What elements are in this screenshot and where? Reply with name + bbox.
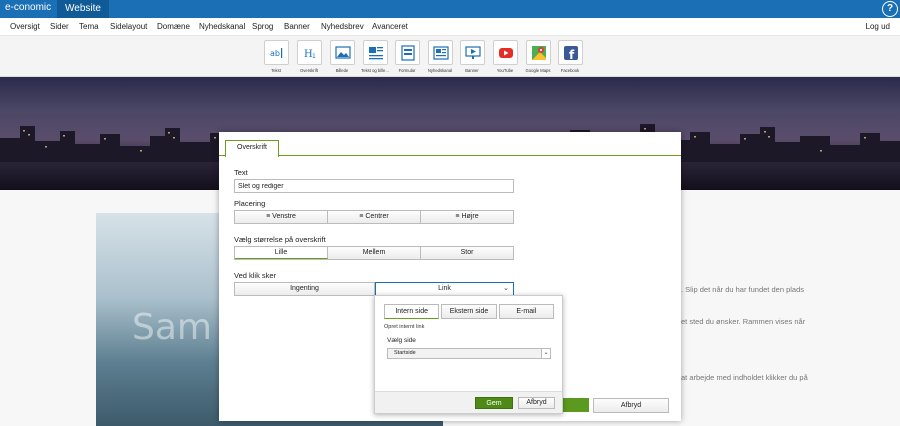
nav-item-sidelayout[interactable]: Sidelayout: [110, 22, 147, 31]
tool-text[interactable]: ab Tekst: [261, 40, 291, 73]
popup-cancel-button[interactable]: Afbryd: [518, 397, 555, 409]
heading-icon: H1: [296, 40, 322, 65]
google-maps-icon: [525, 40, 551, 65]
tool-youtube[interactable]: YouTube: [490, 40, 520, 73]
placement-label: Placering: [234, 199, 266, 208]
background-text-line: at arbejde med indholdet klikker du på: [681, 373, 808, 382]
size-small-button[interactable]: Lille: [235, 247, 328, 259]
popup-subtitle: Opret internt link: [384, 324, 425, 330]
tool-facebook[interactable]: f Facebook: [555, 40, 585, 73]
help-icon[interactable]: ?: [882, 1, 898, 17]
click-action-selector: Ingenting: [234, 282, 375, 296]
youtube-icon: [492, 40, 518, 65]
chevron-down-icon: ⌄: [503, 285, 509, 292]
placement-center-label: Centrer: [365, 213, 389, 220]
placement-right-label: Højre: [461, 213, 479, 220]
tool-heading[interactable]: H1 Overskrift: [294, 40, 324, 73]
click-link-label: Link: [438, 285, 451, 292]
nav-item-domaene[interactable]: Domæne: [157, 22, 190, 31]
tool-label: Formular: [398, 68, 416, 73]
chevron-down-icon: ⌄: [541, 349, 550, 358]
popup-footer: Gem Afbryd: [375, 391, 562, 413]
website-tab[interactable]: Website: [57, 0, 109, 18]
tool-image[interactable]: Billede: [327, 40, 357, 73]
size-medium-button[interactable]: Mellem: [328, 247, 421, 259]
nav-item-tema[interactable]: Tema: [79, 22, 99, 31]
brand-logo[interactable]: e-conomic: [5, 2, 51, 13]
tool-newsfeed[interactable]: Nyhedskanal: [425, 40, 455, 73]
photo-overlay-text: Sam: [132, 307, 212, 348]
tool-banner[interactable]: Banner: [457, 40, 487, 73]
size-selector: Lille Mellem Stor: [234, 246, 514, 260]
page-select[interactable]: Startside ⌄: [387, 348, 551, 359]
tab-e-mail[interactable]: E-mail: [498, 304, 554, 319]
tab-ekstern-side[interactable]: Ekstern side: [441, 304, 497, 319]
tool-label: Banner: [465, 68, 479, 73]
nav-item-sprog[interactable]: Sprog: [252, 22, 273, 31]
text-field-label: Text: [234, 168, 248, 177]
align-center-icon: ≡: [359, 213, 364, 220]
click-nothing-button[interactable]: Ingenting: [235, 283, 374, 295]
click-action-label: Ved klik sker: [234, 271, 277, 280]
tab-overskrift[interactable]: Overskrift: [225, 140, 279, 157]
tool-label: YouTube: [496, 68, 514, 73]
tool-form[interactable]: Formular: [392, 40, 422, 73]
svg-text:1: 1: [312, 53, 316, 60]
dialog-cancel-button[interactable]: Afbryd: [593, 398, 669, 413]
page-select-label: Vælg side: [387, 337, 416, 344]
logout-link[interactable]: Log ud: [866, 22, 890, 31]
link-type-tabs: Intern side Ekstern side E-mail: [384, 304, 554, 319]
newsfeed-icon: [427, 40, 453, 65]
tool-label: Google Maps: [525, 68, 551, 73]
nav-item-avanceret[interactable]: Avanceret: [372, 22, 408, 31]
placement-right-button[interactable]: ≡ Højre: [421, 211, 513, 223]
align-left-icon: ≡: [266, 213, 271, 220]
tool-google-maps[interactable]: Google Maps: [523, 40, 553, 73]
background-text-line: et sted du ønsker. Rammen vises når: [681, 317, 806, 326]
background-text-line: . Slip det når du har fundet den plads: [681, 285, 805, 294]
tool-label: Facebook: [560, 68, 580, 73]
svg-text:f: f: [569, 48, 575, 61]
nav-item-banner[interactable]: Banner: [284, 22, 310, 31]
size-label: Vælg størrelse på overskrift: [234, 235, 326, 244]
tool-label: Overskrift: [300, 68, 318, 73]
top-bar: e-conomic Website ?: [0, 0, 900, 18]
page-select-value: Startside: [394, 350, 416, 356]
svg-text:ab: ab: [270, 49, 280, 58]
placement-left-button[interactable]: ≡ Venstre: [235, 211, 328, 223]
link-popup: Intern side Ekstern side E-mail Opret in…: [374, 295, 563, 414]
placement-selector: ≡ Venstre ≡ Centrer ≡ Højre: [234, 210, 514, 224]
widget-toolbar: ab Tekst H1 Overskrift Billede Tekst og …: [0, 36, 900, 77]
placement-center-button[interactable]: ≡ Centrer: [328, 211, 421, 223]
align-right-icon: ≡: [455, 213, 460, 220]
tab-intern-side[interactable]: Intern side: [384, 304, 440, 319]
banner-icon: [459, 40, 485, 65]
nav-item-oversigt[interactable]: Oversigt: [10, 22, 40, 31]
form-icon: [394, 40, 420, 65]
image-icon: [329, 40, 355, 65]
text-image-icon: [362, 40, 388, 65]
facebook-icon: f: [557, 40, 583, 65]
gem-button[interactable]: Gem: [475, 397, 513, 409]
nav-item-nyhedskanal[interactable]: Nyhedskanal: [199, 22, 245, 31]
main-nav: Oversigt Sider Tema Sidelayout Domæne Ny…: [0, 18, 900, 36]
tool-label: Nyhedskanal: [427, 68, 453, 73]
tool-text-image[interactable]: Tekst og bille...: [360, 40, 390, 73]
text-icon: ab: [263, 40, 289, 65]
placement-left-label: Venstre: [272, 213, 296, 220]
nav-item-nyhedsbrev[interactable]: Nyhedsbrev: [321, 22, 364, 31]
tool-label: Billede: [335, 68, 349, 73]
tool-label: Tekst og bille...: [361, 68, 389, 73]
tool-label: Tekst: [271, 68, 281, 73]
dialog-tab-bar: Overskrift: [219, 132, 681, 157]
click-link-dropdown[interactable]: Link ⌄: [375, 282, 514, 296]
size-large-button[interactable]: Stor: [421, 247, 513, 259]
nav-item-sider[interactable]: Sider: [50, 22, 69, 31]
save-button-partial[interactable]: [559, 398, 589, 412]
heading-text-input[interactable]: [234, 179, 514, 193]
